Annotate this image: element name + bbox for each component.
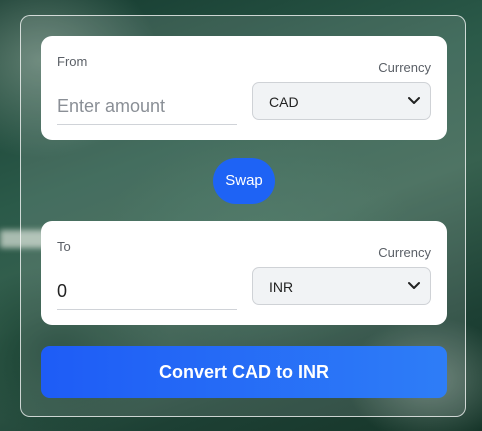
to-currency-value: INR <box>269 279 294 295</box>
chevron-down-icon <box>408 97 420 104</box>
to-card: To Currency INR <box>41 221 447 325</box>
from-label: From <box>57 54 88 69</box>
from-currency-select[interactable]: CAD <box>252 82 431 120</box>
to-label: To <box>57 239 71 254</box>
to-amount-input[interactable] <box>57 273 237 310</box>
from-currency-label: Currency <box>378 60 431 75</box>
from-currency-value: CAD <box>269 94 299 110</box>
convert-button[interactable]: Convert CAD to INR <box>41 346 447 398</box>
swap-button[interactable]: Swap <box>213 158 275 204</box>
from-card: From Currency CAD <box>41 36 447 140</box>
chevron-down-icon <box>408 282 420 289</box>
from-amount-input[interactable] <box>57 88 237 125</box>
to-currency-select[interactable]: INR <box>252 267 431 305</box>
to-currency-label: Currency <box>378 245 431 260</box>
